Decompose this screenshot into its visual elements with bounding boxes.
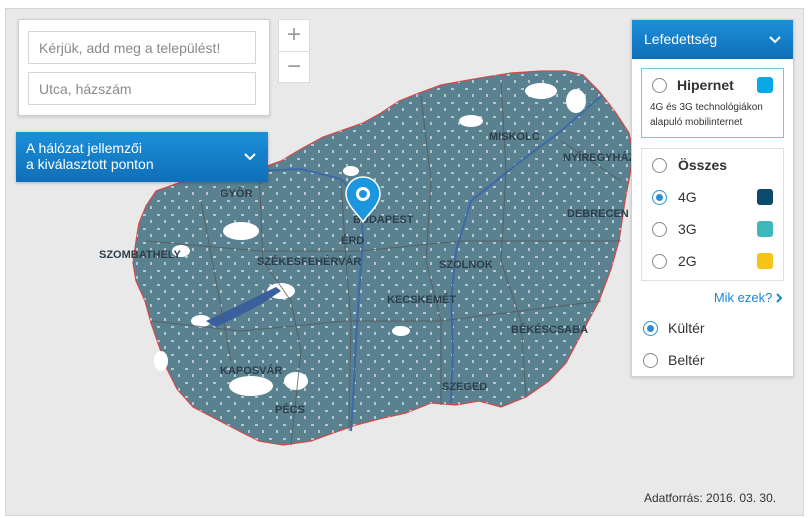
city-label-erd: ÉRD <box>341 234 364 247</box>
tech-label-4g: 4G <box>678 189 697 205</box>
tech-option-3g[interactable]: 3G <box>642 214 783 244</box>
tech-option-4g[interactable]: 4G <box>642 182 783 212</box>
technology-options: Összes 4G 3G 2G <box>641 148 784 281</box>
tech-label-2g: 2G <box>678 253 697 269</box>
hipernet-description: 4G és 3G technológiákon alapuló mobilint… <box>650 102 763 128</box>
coverage-panel-title: Lefedettség <box>644 31 718 47</box>
tech-radio-4g[interactable] <box>652 190 667 205</box>
tech-radio-osszes[interactable] <box>652 158 667 173</box>
network-bar-line1: A hálózat jellemzői <box>26 140 142 156</box>
street-address-input[interactable] <box>28 72 256 105</box>
city-label-szekesfehervar: SZÉKESFEHÉRVÁR <box>257 255 361 268</box>
data-source-note: Adatforrás: 2016. 03. 30. <box>644 491 777 505</box>
tech-label-osszes: Összes <box>678 157 728 173</box>
what-are-these-label: Mik ezek? <box>713 290 773 305</box>
chevron-down-icon <box>769 36 781 44</box>
env-label-kulter: Kültér <box>668 320 705 336</box>
zoom-control: + − <box>278 19 310 83</box>
tech-radio-3g[interactable] <box>652 222 667 237</box>
city-label-debrecen: DEBRECEN <box>567 208 629 220</box>
zoom-in-button[interactable]: + <box>279 20 309 51</box>
city-label-kaposvar: KAPOSVÁR <box>220 364 282 377</box>
env-option-belter[interactable]: Beltér <box>632 346 791 374</box>
zoom-out-button[interactable]: − <box>279 51 309 83</box>
tech-radio-2g[interactable] <box>652 254 667 269</box>
coverage-panel: Lefedettség Hipernet 4G és 3G technológi… <box>631 19 794 377</box>
env-radio-belter[interactable] <box>643 353 658 368</box>
network-characteristics-label: A hálózat jellemzői a kiválasztott ponto… <box>26 140 226 172</box>
chevron-right-icon <box>776 293 783 303</box>
coverage-map[interactable]: GYŐR BUDAPEST ÉRD MISKOLC NYÍREGYHÁZA DE… <box>5 8 804 516</box>
tech-swatch-2g <box>757 253 773 269</box>
tech-swatch-3g <box>757 221 773 237</box>
hipernet-color-swatch <box>757 77 773 93</box>
tech-option-osszes[interactable]: Összes <box>642 150 783 180</box>
city-label-kecskemet: KECSKEMÉT <box>387 293 456 306</box>
city-label-miskolc: MISKOLC <box>489 131 540 143</box>
chevron-down-icon <box>244 153 256 161</box>
hipernet-option[interactable]: Hipernet 4G és 3G technológiákon alapuló… <box>641 68 784 138</box>
env-radio-kulter[interactable] <box>643 321 658 336</box>
city-label-szeged: SZEGED <box>442 381 487 393</box>
city-label-szolnok: SZOLNOK <box>439 259 493 271</box>
city-label-bekescsaba: BÉKÉSCSABA <box>511 323 588 336</box>
tech-option-2g[interactable]: 2G <box>642 246 783 276</box>
tech-label-3g: 3G <box>678 221 697 237</box>
tech-swatch-4g <box>757 189 773 205</box>
network-bar-line2: a kiválasztott ponton <box>26 156 154 172</box>
hipernet-label: Hipernet <box>677 77 734 93</box>
env-label-belter: Beltér <box>668 352 705 368</box>
coverage-panel-header[interactable]: Lefedettség <box>632 20 793 59</box>
settlement-search-input[interactable] <box>28 31 256 64</box>
env-option-kulter[interactable]: Kültér <box>632 314 791 342</box>
what-are-these-link[interactable]: Mik ezek? <box>714 290 783 305</box>
city-label-szombathely: SZOMBATHELY <box>99 249 182 261</box>
search-panel <box>18 19 270 116</box>
city-label-gyor: GYŐR <box>220 187 252 200</box>
hipernet-radio[interactable] <box>652 78 667 93</box>
city-label-pecs: PÉCS <box>275 403 305 416</box>
network-characteristics-toggle[interactable]: A hálózat jellemzői a kiválasztott ponto… <box>16 132 268 182</box>
